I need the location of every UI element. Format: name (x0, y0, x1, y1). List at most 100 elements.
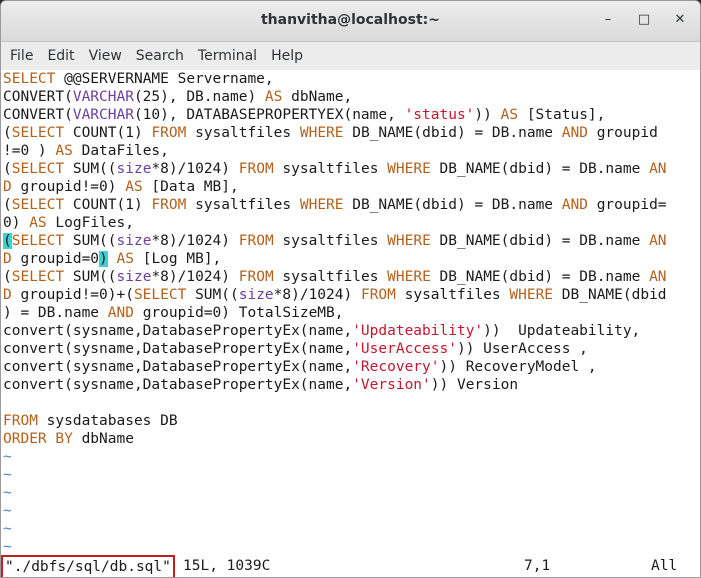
title-bar[interactable]: thanvitha@localhost:~ – □ ✕ (1, 1, 700, 42)
code-token: SELECT (11, 269, 65, 285)
code-token: 'UserAccess' (352, 341, 457, 357)
code-token: DB_NAME(dbid) = DB.name (430, 233, 650, 249)
minimize-icon[interactable]: – (599, 11, 617, 29)
code-token: 'Recovery' (352, 359, 440, 375)
maximize-icon[interactable]: □ (635, 11, 653, 29)
code-token: WHERE (299, 125, 344, 141)
code-line[interactable]: ) = DB.name AND groupid=0) TotalSizeMB, (1, 304, 700, 322)
code-token: D (3, 287, 12, 303)
code-token: SELECT (11, 125, 65, 141)
code-line[interactable]: convert(sysname,DatabasePropertyEx(name,… (1, 376, 700, 394)
code-line[interactable]: D groupid!=0)+(SELECT SUM((size*8)/1024)… (1, 286, 700, 304)
code-token: )) Version (430, 377, 519, 393)
code-token: ( (3, 197, 12, 213)
code-token: AN (649, 269, 667, 285)
menu-search[interactable]: Search (129, 48, 191, 64)
code-line[interactable] (1, 394, 700, 412)
code-line[interactable]: (SELECT SUM((size*8)/1024) FROM sysaltfi… (1, 160, 700, 178)
code-line[interactable]: SELECT @@SERVERNAME Servername, (1, 70, 700, 88)
code-token: SELECT (11, 197, 65, 213)
code-token: LogFiles, (46, 215, 134, 231)
code-token: AND (561, 197, 588, 213)
code-token: DB_NAME(dbid) = DB.name (430, 269, 650, 285)
code-line[interactable]: ~ (1, 484, 700, 502)
code-token: FROM (238, 269, 274, 285)
code-token: WHERE (299, 197, 344, 213)
menu-terminal[interactable]: Terminal (191, 48, 264, 64)
code-line[interactable]: D groupid!=0) AS [Data MB], (1, 178, 700, 196)
menu-help[interactable]: Help (264, 48, 310, 64)
code-token: AN (649, 233, 667, 249)
menu-view[interactable]: View (82, 48, 129, 64)
code-token: FROM (151, 125, 187, 141)
code-token: *8)/1024) (273, 287, 361, 303)
code-token: AS (55, 143, 73, 159)
code-token: FROM (238, 161, 274, 177)
menu-file[interactable]: File (3, 48, 40, 64)
code-token: DB_NAME(dbid) = DB.name (343, 197, 562, 213)
code-line[interactable]: 0) AS LogFiles, (1, 214, 700, 232)
empty-line-marker: ~ (3, 539, 12, 555)
code-token: ( (3, 125, 12, 141)
code-line[interactable]: convert(sysname,DatabasePropertyEx(name,… (1, 340, 700, 358)
code-line[interactable]: (SELECT COUNT(1) FROM sysaltfiles WHERE … (1, 196, 700, 214)
code-token: FROM (360, 287, 396, 303)
code-token: *8)/1024) (151, 161, 239, 177)
code-token: SELECT (3, 71, 56, 87)
code-token: COUNT(1) (64, 125, 152, 141)
code-token: 'status' (404, 107, 475, 123)
code-token: D (3, 251, 12, 267)
code-line[interactable]: !=0 ) AS DataFiles, (1, 142, 700, 160)
code-token: AS (500, 107, 519, 123)
code-token: size (116, 161, 152, 177)
code-line[interactable]: convert(sysname,DatabasePropertyEx(name,… (1, 322, 700, 340)
code-token: SELECT (133, 287, 187, 303)
code-line[interactable]: ~ (1, 502, 700, 520)
status-cursor-position: 7,1 (524, 558, 551, 574)
code-token: AND (107, 305, 134, 321)
vim-status-line: "./dbfs/sql/db.sql" 15L, 1039C 7,1 All (1, 555, 700, 577)
code-line[interactable]: FROM sysdatabases DB (1, 412, 700, 430)
code-line[interactable]: CONVERT(VARCHAR(25), DB.name) AS dbName, (1, 88, 700, 106)
code-line[interactable]: (SELECT COUNT(1) FROM sysaltfiles WHERE … (1, 124, 700, 142)
close-icon[interactable]: ✕ (671, 11, 689, 29)
code-token: size (116, 233, 152, 249)
code-token: AND (561, 125, 588, 141)
code-line[interactable]: D groupid=0) AS [Log MB], (1, 250, 700, 268)
code-token: SUM(( (186, 287, 239, 303)
editor-text[interactable]: SELECT @@SERVERNAME Servername, CONVERT(V… (1, 70, 700, 556)
code-token: 0) (3, 215, 30, 231)
code-line[interactable]: ~ (1, 520, 700, 538)
code-token: ( (3, 233, 12, 249)
code-token: ) = DB.name (3, 305, 108, 321)
code-line[interactable]: (SELECT SUM((size*8)/1024) FROM sysaltfi… (1, 268, 700, 286)
status-filename: "./dbfs/sql/db.sql" (1, 555, 175, 577)
code-token: AS (264, 89, 283, 105)
code-line[interactable]: ~ (1, 448, 700, 466)
code-token: ( (3, 161, 12, 177)
code-token: )) RecoveryModel , (439, 359, 597, 375)
code-token: AS (116, 251, 134, 267)
code-token: groupid=0) TotalSizeMB, (133, 305, 344, 321)
code-token: 'Version' (352, 377, 431, 393)
empty-line-marker: ~ (3, 521, 12, 537)
code-line[interactable]: ORDER BY dbName (1, 430, 700, 448)
code-line[interactable]: (SELECT SUM((size*8)/1024) FROM sysaltfi… (1, 232, 700, 250)
code-token: dbName (72, 431, 134, 447)
menu-edit[interactable]: Edit (40, 48, 81, 64)
code-line[interactable]: ~ (1, 466, 700, 484)
code-token: )) Updateability, (483, 323, 641, 339)
code-token: sysaltfiles (273, 161, 388, 177)
status-file-info: 15L, 1039C (183, 558, 271, 574)
code-token: FROM (3, 413, 38, 429)
code-token: D (3, 179, 12, 195)
code-token: SUM(( (64, 233, 117, 249)
code-token: groupid (587, 125, 658, 141)
code-token: 'Updateability' (352, 323, 484, 339)
terminal-content[interactable]: SELECT @@SERVERNAME Servername, CONVERT(V… (1, 70, 700, 577)
code-line[interactable]: ~ (1, 538, 700, 556)
code-line[interactable]: CONVERT(VARCHAR(10), DATABASEPROPERTYEX(… (1, 106, 700, 124)
code-token: WHERE (387, 161, 431, 177)
code-line[interactable]: convert(sysname,DatabasePropertyEx(name,… (1, 358, 700, 376)
